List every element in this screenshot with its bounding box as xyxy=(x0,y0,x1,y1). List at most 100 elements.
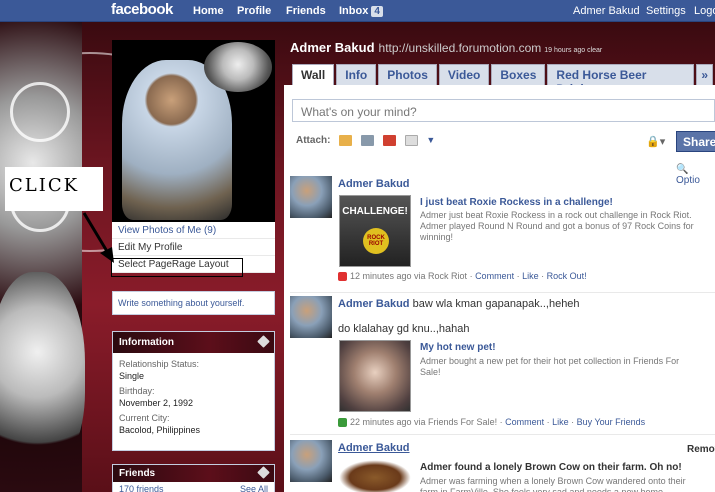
relationship-label: Relationship Status: xyxy=(119,359,200,369)
attachment-title[interactable]: Admer found a lonely Brown Cow on their … xyxy=(420,462,682,473)
profile-header: Admer Bakud http://unskilled.forumotion.c… xyxy=(290,40,602,55)
friends-count-link[interactable]: 170 friends xyxy=(119,484,164,492)
story-text-line2: do klalahay gd knu..,hahah xyxy=(338,323,470,335)
edit-profile-link[interactable]: Edit My Profile xyxy=(112,239,275,256)
share-button[interactable]: Share xyxy=(676,131,715,152)
like-link[interactable]: Like xyxy=(522,271,539,281)
skull-art xyxy=(0,272,85,472)
story-text: baw wla kman gapanapak..,heheh xyxy=(412,298,580,310)
tab-wall[interactable]: Wall xyxy=(292,64,335,85)
rock-riot-app-icon xyxy=(338,272,347,282)
avatar[interactable] xyxy=(290,296,332,338)
photo-attach-icon[interactable] xyxy=(339,135,353,146)
options-link[interactable]: 🔍 Optio xyxy=(676,164,715,186)
wall-main: What's on your mind? Attach: ▼ 🔒▾ Share … xyxy=(284,85,715,492)
tab-red-horse-beer-drinkers[interactable]: Red Horse Beer Drinkers xyxy=(547,64,695,96)
profile-picture[interactable] xyxy=(112,40,275,222)
link-attach-icon[interactable] xyxy=(404,135,418,146)
status-composer-input[interactable]: What's on your mind? xyxy=(292,99,715,122)
highlight-box xyxy=(111,258,243,277)
attach-bar: Attach: ▼ xyxy=(296,135,435,147)
challenge-thumb-text: CHALLENGE! xyxy=(342,206,408,217)
brown-cow-thumbnail[interactable] xyxy=(339,460,411,492)
facebook-topbar: facebook Home Profile Friends Inbox 4 Adm… xyxy=(0,0,715,22)
write-about-yourself[interactable]: Write something about yourself. xyxy=(112,291,275,315)
buy-your-friends-link[interactable]: Buy Your Friends xyxy=(577,417,646,427)
ornament-swirl xyxy=(10,82,70,142)
profile-name: Admer Bakud xyxy=(290,40,375,55)
profile-tabs: Wall Info Photos Video Boxes Red Horse B… xyxy=(292,64,715,96)
inbox-count-badge: 4 xyxy=(371,6,383,17)
profile-status[interactable]: http://unskilled.forumotion.com xyxy=(379,41,542,55)
challenge-thumbnail[interactable]: CHALLENGE! ROCK RIOT xyxy=(339,195,411,267)
birthday-label: Birthday: xyxy=(119,386,155,396)
attachment-title[interactable]: I just beat Roxie Rockess in a challenge… xyxy=(420,197,613,208)
information-title: Information xyxy=(119,337,174,348)
pet-thumbnail[interactable] xyxy=(339,340,411,412)
edit-pencil-icon[interactable] xyxy=(257,335,270,348)
friends-title: Friends xyxy=(119,468,156,479)
current-city-value[interactable]: Bacolod, Philippines xyxy=(119,424,268,436)
nav-friends[interactable]: Friends xyxy=(286,5,326,17)
story-author[interactable]: Admer Bakud xyxy=(338,442,410,454)
tab-more[interactable]: » xyxy=(696,64,713,85)
information-box: Information Relationship Status: Single … xyxy=(112,331,275,451)
facebook-logo[interactable]: facebook xyxy=(111,1,173,18)
profile-photo-inset xyxy=(204,42,272,92)
event-attach-icon[interactable] xyxy=(382,135,396,146)
nav-profile[interactable]: Profile xyxy=(237,5,271,17)
nav-inbox-label: Inbox xyxy=(339,5,369,17)
birthday-value: November 2, 1992 xyxy=(119,398,194,408)
tab-boxes[interactable]: Boxes xyxy=(491,64,546,85)
story-author-name[interactable]: Admer Bakud xyxy=(338,298,410,310)
divider xyxy=(290,434,715,435)
tab-photos[interactable]: Photos xyxy=(378,64,437,85)
search-icon: 🔍 xyxy=(676,164,689,175)
friends-meta: 170 friends See All xyxy=(113,482,274,492)
information-header: Information xyxy=(113,332,274,353)
rock-riot-logo: ROCK RIOT xyxy=(363,228,389,254)
story-author[interactable]: Admer Bakud xyxy=(338,178,410,190)
attachment-description: Admer was farming when a lonely Brown Co… xyxy=(420,476,686,492)
friends-header: Friends xyxy=(113,465,274,482)
friends-see-all-link[interactable]: See All xyxy=(240,484,268,492)
privacy-lock-icon[interactable]: 🔒▾ xyxy=(646,135,665,148)
left-ornament-pillar xyxy=(0,22,85,492)
edit-pencil-icon[interactable] xyxy=(257,466,270,479)
nav-home[interactable]: Home xyxy=(193,5,224,17)
rock-out-link[interactable]: Rock Out! xyxy=(547,271,587,281)
story-time: 22 minutes ago via Friends For Sale! xyxy=(350,417,498,427)
current-city-label: Current City: xyxy=(119,413,170,423)
avatar[interactable] xyxy=(290,440,332,482)
attachment-description: Admer bought a new pet for their hot pet… xyxy=(420,356,680,377)
nav-logout[interactable]: Logo xyxy=(694,5,715,17)
relationship-value: Single xyxy=(119,371,145,381)
like-link[interactable]: Like xyxy=(552,417,569,427)
pointer-arrow-icon xyxy=(82,212,114,263)
information-body: Relationship Status: Single Birthday: No… xyxy=(113,353,274,444)
story-time: 12 minutes ago via Rock Riot xyxy=(350,271,468,281)
attachment-title[interactable]: My hot new pet! xyxy=(420,342,496,353)
video-attach-icon[interactable] xyxy=(361,135,375,146)
comment-link[interactable]: Comment xyxy=(475,271,514,281)
story-author: Admer Bakud baw wla kman gapanapak..,heh… xyxy=(338,298,580,310)
attachment-description: Admer just beat Roxie Rockess in a rock … xyxy=(420,210,694,242)
status-time: 19 hours ago clear xyxy=(544,47,603,54)
tab-video[interactable]: Video xyxy=(438,64,490,85)
avatar[interactable] xyxy=(290,176,332,218)
view-photos-link[interactable]: View Photos of Me (9) xyxy=(112,222,275,239)
friends-box: Friends 170 friends See All xyxy=(112,464,275,492)
nav-user-name[interactable]: Admer Bakud xyxy=(573,5,640,17)
story-meta: 22 minutes ago via Friends For Sale! · C… xyxy=(338,417,646,428)
attach-label: Attach: xyxy=(296,135,331,147)
friends-for-sale-app-icon xyxy=(338,418,347,428)
story-meta: 12 minutes ago via Rock Riot · Comment ·… xyxy=(338,271,587,282)
options-label: Optio xyxy=(676,175,700,186)
nav-settings[interactable]: Settings xyxy=(646,5,686,17)
comment-link[interactable]: Comment xyxy=(505,417,544,427)
chevron-down-icon[interactable]: ▼ xyxy=(426,135,435,146)
nav-inbox[interactable]: Inbox 4 xyxy=(339,5,383,17)
remove-link[interactable]: Remov xyxy=(687,444,715,455)
divider xyxy=(290,292,715,293)
tab-info[interactable]: Info xyxy=(336,64,377,85)
